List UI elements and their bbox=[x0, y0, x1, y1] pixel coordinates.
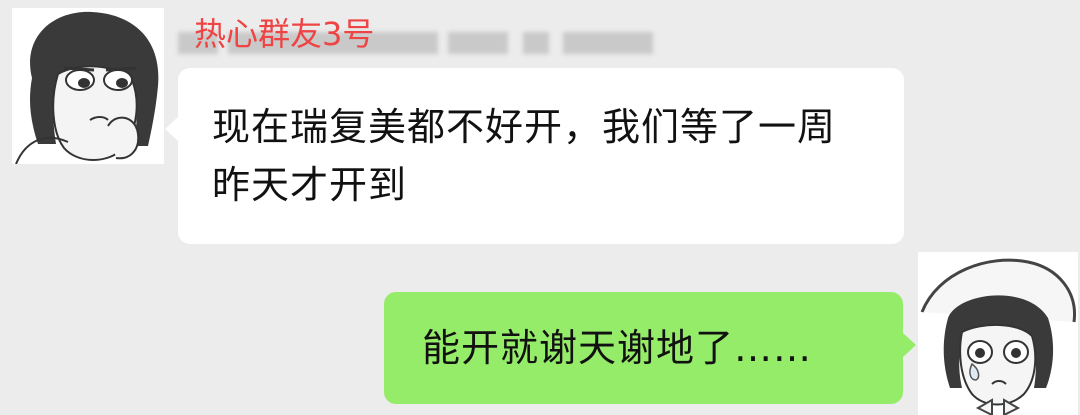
outgoing-message-text: 能开就谢天谢地了…… bbox=[422, 326, 813, 370]
cartoon-girl-hat-avatar-icon bbox=[918, 252, 1078, 415]
outgoing-message-bubble[interactable]: 能开就谢天谢地了…… bbox=[384, 292, 916, 404]
chat-window: 热心群友3号 现在瑞复美都不好开，我们等了一周昨天才开到 能开就谢天谢地了…… bbox=[0, 0, 1080, 415]
cartoon-girl-avatar-icon bbox=[12, 8, 164, 164]
sender-avatar[interactable] bbox=[12, 8, 164, 164]
incoming-message-bubble[interactable]: 现在瑞复美都不好开，我们等了一周昨天才开到 bbox=[165, 68, 904, 244]
incoming-message-text: 现在瑞复美都不好开，我们等了一周昨天才开到 bbox=[212, 105, 837, 207]
sender-label: 热心群友3号 bbox=[194, 15, 375, 53]
user-avatar[interactable] bbox=[918, 252, 1078, 415]
